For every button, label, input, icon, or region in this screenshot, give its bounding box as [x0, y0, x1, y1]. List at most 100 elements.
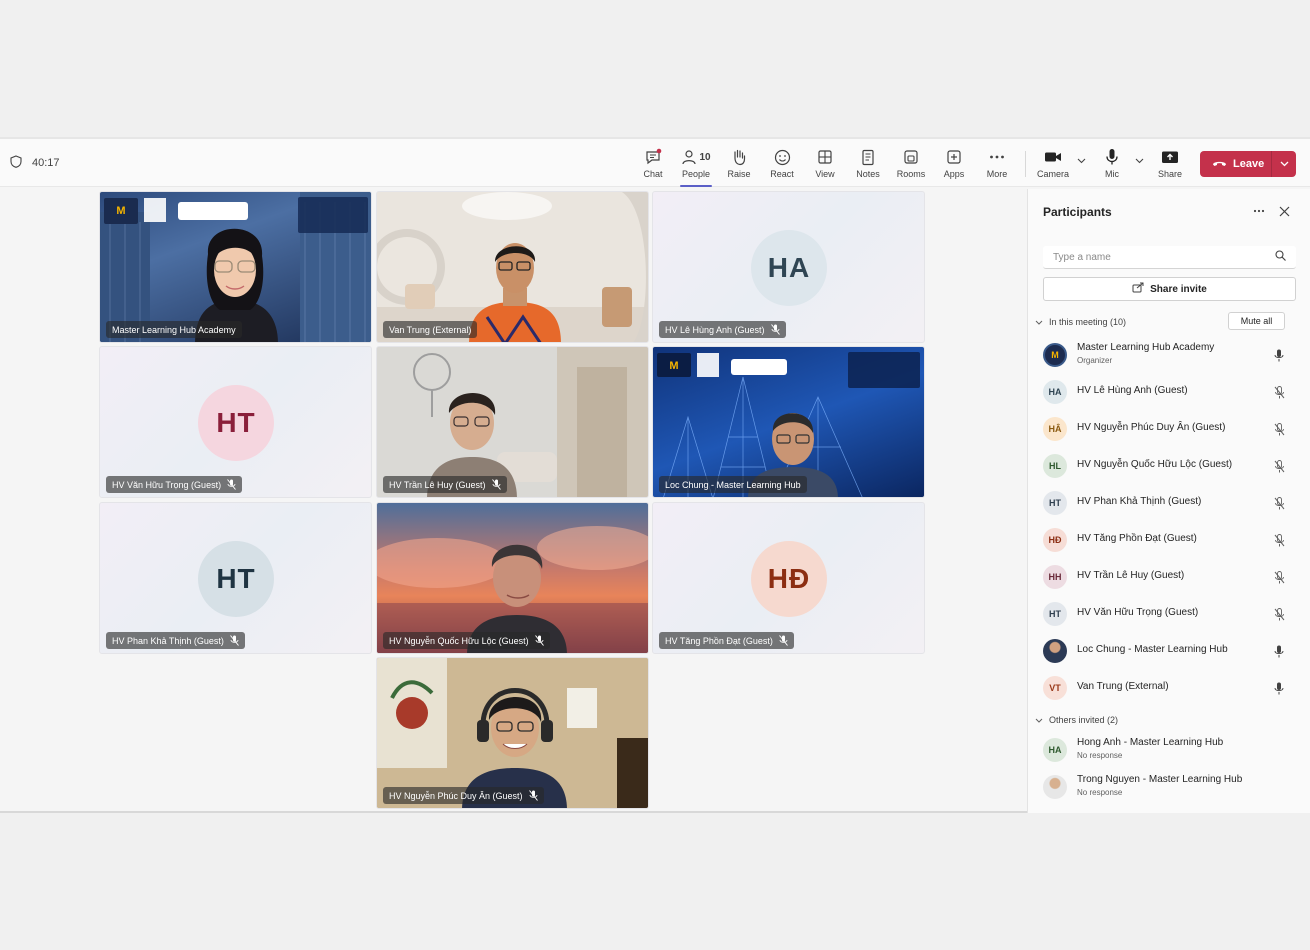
participant-row[interactable]: VT Van Trung (External)	[1043, 672, 1301, 704]
video-tile[interactable]: M Master Learning Hub Academy	[99, 191, 372, 343]
participant-row[interactable]: HT HV Văn Hữu Trọng (Guest)	[1043, 598, 1301, 630]
participant-search-input[interactable]: Type a name	[1043, 246, 1296, 269]
share-button[interactable]: Share	[1150, 147, 1190, 183]
video-tile[interactable]: HV Trần Lê Huy (Guest)	[376, 346, 649, 498]
timer-text: 40:17	[32, 157, 60, 169]
participant-row[interactable]: HÂ HV Nguyễn Phúc Duy Ân (Guest)	[1043, 413, 1301, 445]
mic-options-chevron-icon[interactable]	[1132, 153, 1146, 169]
avatar: HA	[1043, 738, 1067, 762]
avatar: HÂ	[1043, 417, 1067, 441]
share-screen-icon	[1161, 147, 1179, 167]
mic-off-icon[interactable]	[1272, 607, 1286, 621]
mic-off-icon	[770, 324, 780, 335]
react-label: React	[770, 169, 794, 179]
invited-row[interactable]: Trong Nguyen - Master Learning Hub No res…	[1043, 771, 1301, 803]
participant-name-tag: HV Lê Hùng Anh (Guest)	[659, 321, 786, 338]
plus-icon	[946, 147, 962, 167]
video-tile[interactable]: Van Trung (External)	[376, 191, 649, 343]
mic-icon[interactable]	[1272, 644, 1286, 658]
mic-off-icon[interactable]	[1272, 422, 1286, 436]
participant-row[interactable]: Loc Chung - Master Learning Hub	[1043, 635, 1301, 667]
video-tile[interactable]: HT HV Văn Hữu Trọng (Guest)	[99, 346, 372, 498]
meeting-timer: 40:17	[10, 155, 60, 171]
participant-row[interactable]: M Master Learning Hub Academy Organizer	[1043, 339, 1301, 371]
participant-row[interactable]: HL HV Nguyễn Quốc Hữu Lộc (Guest)	[1043, 450, 1301, 482]
avatar: HĐ	[1043, 528, 1067, 552]
search-icon	[1275, 250, 1286, 264]
mic-off-icon	[779, 635, 788, 646]
chat-button[interactable]: Chat	[633, 147, 673, 183]
mic-icon[interactable]	[1272, 681, 1286, 695]
leave-label: Leave	[1233, 158, 1265, 170]
people-button[interactable]: 10 People	[676, 147, 716, 187]
chat-icon	[644, 147, 662, 167]
react-button[interactable]: React	[762, 147, 802, 183]
avatar: M	[1043, 343, 1067, 367]
notes-label: Notes	[856, 169, 880, 179]
participant-name: HV Nguyễn Quốc Hữu Lộc (Guest)	[1077, 459, 1233, 470]
toolbar-divider	[1025, 151, 1026, 177]
participant-row[interactable]: HT HV Phan Khả Thịnh (Guest)	[1043, 487, 1301, 519]
participant-row[interactable]: HĐ HV Tăng Phồn Đạt (Guest)	[1043, 524, 1301, 556]
close-icon[interactable]	[1276, 203, 1292, 219]
teams-meeting-window: 40:17 Chat 10 People Raise React View No…	[0, 137, 1310, 813]
participant-name: HV Phan Khả Thịnh (Guest)	[1077, 496, 1202, 507]
rooms-label: Rooms	[896, 169, 926, 179]
participant-name: Master Learning Hub Academy	[1077, 342, 1215, 353]
participant-name-tag: HV Phan Khả Thịnh (Guest)	[106, 632, 245, 649]
mic-off-icon	[491, 479, 501, 490]
camera-options-chevron-icon[interactable]	[1074, 153, 1088, 169]
video-tile[interactable]: HV Nguyễn Phúc Duy Ân (Guest)	[376, 657, 649, 809]
mic-off-icon[interactable]	[1272, 533, 1286, 547]
video-tile[interactable]: M Loc Chung - Master Learning Hub	[652, 346, 925, 498]
view-label: View	[815, 169, 835, 179]
mic-off-icon	[534, 635, 544, 646]
more-options-icon[interactable]	[1250, 203, 1268, 219]
invite-status: No response	[1077, 751, 1123, 760]
mic-off-icon[interactable]	[1272, 496, 1286, 510]
notes-icon	[861, 147, 875, 167]
participant-name: HV Trần Lê Huy (Guest)	[1077, 570, 1185, 581]
mic-off-icon	[227, 479, 236, 490]
apps-label: Apps	[943, 169, 965, 179]
leave-options-chevron-icon[interactable]	[1272, 151, 1296, 177]
raise-hand-button[interactable]: Raise	[719, 147, 759, 183]
grid-view-icon	[817, 147, 833, 167]
view-button[interactable]: View	[805, 147, 845, 183]
participant-name-tag: Loc Chung - Master Learning Hub	[659, 476, 807, 493]
mic-off-icon[interactable]	[1272, 570, 1286, 584]
avatar: HA	[1043, 380, 1067, 404]
notes-button[interactable]: Notes	[848, 147, 888, 183]
mute-all-button[interactable]: Mute all	[1228, 312, 1285, 330]
raise-label: Raise	[727, 169, 751, 179]
more-button[interactable]: More	[977, 147, 1017, 183]
participant-row[interactable]: HH HV Trần Lê Huy (Guest)	[1043, 561, 1301, 593]
participant-name-tag: Van Trung (External)	[383, 321, 478, 338]
leave-button[interactable]: Leave	[1200, 151, 1296, 177]
avatar: HL	[1043, 454, 1067, 478]
rooms-button[interactable]: Rooms	[891, 147, 931, 183]
video-tile[interactable]: HV Nguyễn Quốc Hữu Lộc (Guest)	[376, 502, 649, 654]
more-label: More	[986, 169, 1008, 179]
hang-up-icon	[1212, 158, 1227, 170]
video-tile[interactable]: HĐ HV Tăng Phồn Đạt (Guest)	[652, 502, 925, 654]
in-meeting-section-header[interactable]: In this meeting (10)	[1035, 317, 1126, 327]
others-invited-section-header[interactable]: Others invited (2)	[1035, 715, 1118, 725]
invited-row[interactable]: HA Hong Anh - Master Learning Hub No respo…	[1043, 734, 1301, 766]
mic-icon[interactable]	[1272, 348, 1286, 362]
participant-name: HV Văn Hữu Trọng (Guest)	[1077, 607, 1199, 618]
share-icon	[1132, 282, 1144, 296]
participant-name-tag: HV Trần Lê Huy (Guest)	[383, 476, 507, 493]
mic-button[interactable]: Mic	[1092, 147, 1132, 183]
mic-off-icon[interactable]	[1272, 385, 1286, 399]
participant-name: HV Tăng Phồn Đạt (Guest)	[1077, 533, 1197, 544]
participant-row[interactable]: HA HV Lê Hùng Anh (Guest)	[1043, 376, 1301, 408]
video-tile[interactable]: HT HV Phan Khả Thịnh (Guest)	[99, 502, 372, 654]
apps-button[interactable]: Apps	[934, 147, 974, 183]
video-tile[interactable]: HA HV Lê Hùng Anh (Guest)	[652, 191, 925, 343]
shield-icon	[10, 155, 22, 171]
camera-button[interactable]: Camera	[1033, 147, 1073, 183]
share-invite-button[interactable]: Share invite	[1043, 277, 1296, 301]
mic-off-icon[interactable]	[1272, 459, 1286, 473]
avatar	[1043, 775, 1067, 799]
